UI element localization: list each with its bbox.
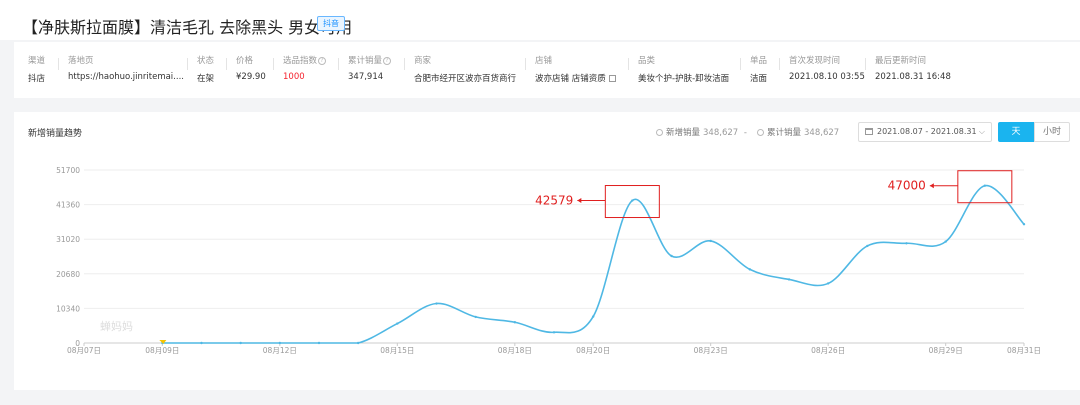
data-point bbox=[631, 199, 634, 202]
data-point bbox=[278, 341, 282, 345]
y-tick-label: 20680 bbox=[56, 270, 80, 279]
arrow-head-icon bbox=[577, 198, 582, 204]
data-point bbox=[474, 315, 477, 319]
annotation-label: 42579 bbox=[535, 194, 573, 208]
x-tick-label: 08月29日 bbox=[929, 346, 963, 355]
x-tick-label: 08月07日 bbox=[67, 346, 101, 355]
x-tick-label: 08月15日 bbox=[380, 346, 414, 355]
x-tick-label: 08月20日 bbox=[576, 346, 610, 355]
data-point bbox=[396, 322, 399, 325]
arrow-head-icon bbox=[929, 183, 934, 189]
data-point bbox=[591, 315, 595, 318]
data-point bbox=[748, 268, 752, 271]
data-point bbox=[983, 184, 987, 187]
y-tick-label: 31020 bbox=[56, 235, 80, 244]
data-point bbox=[1022, 223, 1026, 226]
data-point bbox=[200, 341, 203, 345]
sales-trend-chart: 0103402068031020413605170008月07日 08月09日 08… bbox=[56, 166, 1041, 355]
data-point bbox=[317, 341, 321, 345]
data-point bbox=[709, 239, 712, 243]
x-tick-label: 08月18日 bbox=[498, 346, 532, 355]
data-point bbox=[435, 302, 438, 305]
data-point bbox=[513, 321, 517, 324]
data-point bbox=[944, 240, 947, 243]
data-point bbox=[552, 331, 556, 334]
x-tick-label: 08月31日 bbox=[1007, 346, 1041, 355]
x-tick-label: 08月23日 bbox=[694, 346, 728, 355]
data-point bbox=[670, 254, 673, 258]
y-tick-label: 10340 bbox=[56, 304, 80, 313]
y-tick-label: 41360 bbox=[56, 201, 80, 210]
watermark: 蝉妈妈 bbox=[100, 320, 133, 333]
data-point bbox=[826, 282, 830, 285]
y-tick-label: 51700 bbox=[56, 166, 80, 175]
x-tick-label: 08月26日 bbox=[811, 346, 845, 355]
data-point bbox=[787, 278, 791, 281]
data-point bbox=[905, 242, 908, 245]
x-tick-label: 08月12日 bbox=[263, 346, 297, 355]
data-point bbox=[239, 341, 242, 345]
sales-line bbox=[162, 184, 1025, 344]
x-tick-label: 08月09日 bbox=[145, 346, 179, 355]
annotation-label: 47000 bbox=[888, 179, 926, 193]
data-point bbox=[356, 341, 360, 345]
data-point bbox=[866, 244, 869, 248]
